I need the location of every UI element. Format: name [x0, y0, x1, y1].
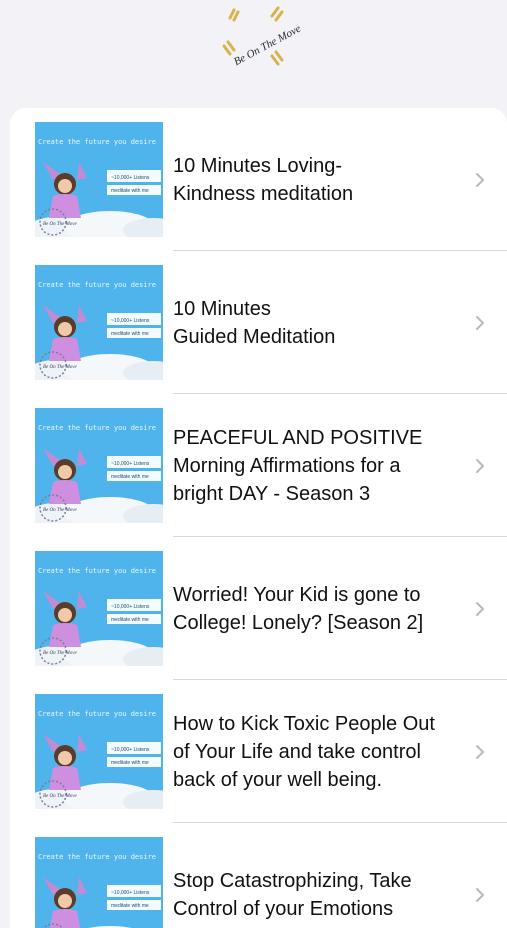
episode-row[interactable]: Create the future you desire ~10,000+ Li… — [10, 537, 507, 680]
chevron-right-icon — [476, 315, 484, 330]
app-logo: Be On The Move — [216, 6, 304, 68]
thumbnail-caption: Create the future you desire — [38, 567, 156, 575]
thumbnail-badge-line1: ~10,000+ Listens — [111, 318, 150, 324]
thumbnail-badge-line2: meditate with me — [111, 474, 149, 480]
thumbnail-caption: Create the future you desire — [38, 424, 156, 432]
thumbnail-badge-line1: ~10,000+ Listens — [111, 890, 150, 896]
thumbnail-stamp: Be On The Move — [43, 508, 78, 513]
logo-text: Be On The Move — [232, 23, 303, 68]
thumbnail-badge-line1: ~10,000+ Listens — [111, 175, 150, 181]
thumbnail-badge-line2: meditate with me — [111, 617, 149, 623]
thumbnail-badge-line2: meditate with me — [111, 331, 149, 337]
chevron-right-icon — [476, 172, 484, 187]
episode-thumbnail: Create the future you desire ~10,000+ Li… — [35, 408, 163, 523]
episode-title: Stop Catastrophizing, Take Control of yo… — [173, 869, 412, 920]
episode-row[interactable]: Create the future you desire ~10,000+ Li… — [10, 680, 507, 823]
thumbnail-badge-line1: ~10,000+ Listens — [111, 604, 150, 610]
thumbnail-stamp: Be On The Move — [43, 651, 78, 656]
episode-list: Create the future you desire ~10,000+ Li… — [10, 108, 507, 928]
episode-thumbnail: Create the future you desire ~10,000+ Li… — [35, 551, 163, 666]
episode-row[interactable]: Create the future you desire ~10,000+ Li… — [10, 108, 507, 251]
thumbnail-caption: Create the future you desire — [38, 138, 156, 146]
chevron-right-icon — [476, 458, 484, 473]
thumbnail-badge-line1: ~10,000+ Listens — [111, 461, 150, 467]
episode-row[interactable]: Create the future you desire ~10,000+ Li… — [10, 394, 507, 537]
thumbnail-badge-line1: ~10,000+ Listens — [111, 747, 150, 753]
episode-title: 10 Minutes Loving- Kindness meditation — [173, 154, 354, 205]
thumbnail-badge-line2: meditate with me — [111, 903, 149, 909]
episode-row[interactable]: Create the future you desire ~10,000+ Li… — [10, 251, 507, 394]
chevron-right-icon — [476, 601, 484, 616]
episode-title: Worried! Your Kid is gone to College! Lo… — [173, 583, 424, 634]
chevron-right-icon — [476, 744, 484, 759]
thumbnail-badge-line2: meditate with me — [111, 760, 149, 766]
episode-thumbnail: Create the future you desire ~10,000+ Li… — [35, 694, 163, 809]
thumbnail-badge-line2: meditate with me — [111, 188, 149, 194]
episode-row[interactable]: Create the future you desire ~10,000+ Li… — [10, 823, 507, 928]
thumbnail-caption: Create the future you desire — [38, 853, 156, 861]
thumbnail-stamp: Be On The Move — [43, 222, 78, 227]
episode-thumbnail: Create the future you desire ~10,000+ Li… — [35, 265, 163, 380]
chevron-right-icon — [476, 887, 484, 902]
thumbnail-caption: Create the future you desire — [38, 710, 156, 718]
episode-title: 10 Minutes Guided Meditation — [173, 297, 336, 348]
episode-thumbnail: Create the future you desire ~10,000+ Li… — [35, 122, 163, 237]
thumbnail-stamp: Be On The Move — [43, 794, 78, 799]
thumbnail-stamp: Be On The Move — [43, 365, 78, 370]
episode-title: How to Kick Toxic People Out of Your Lif… — [173, 712, 435, 791]
thumbnail-caption: Create the future you desire — [38, 281, 156, 289]
episode-title: PEACEFUL AND POSITIVE Morning Affirmatio… — [173, 426, 423, 505]
episode-thumbnail: Create the future you desire ~10,000+ Li… — [35, 837, 163, 928]
